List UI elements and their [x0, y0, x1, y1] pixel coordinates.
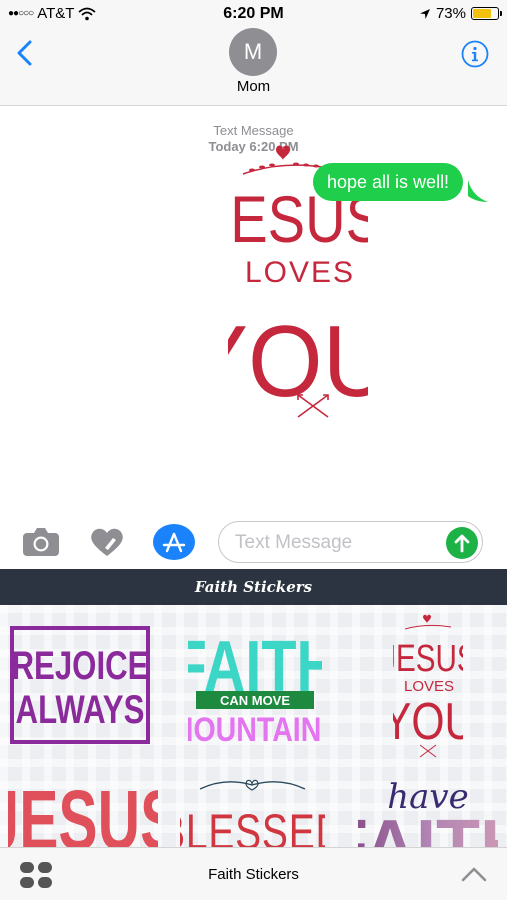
active-app-title: Faith Stickers: [208, 866, 299, 883]
faith-photo-text: FAITH: [358, 806, 498, 847]
conversation-header: M Mom: [0, 28, 507, 106]
sticker-rejoice-always[interactable]: REJOICE ALWAYS: [10, 626, 150, 744]
timestamp-label: Text Message: [213, 123, 294, 138]
sticker-have-faith[interactable]: have FAITH: [358, 770, 498, 847]
bubble-tail: [468, 180, 488, 202]
sticker-jesus-loves-you-small[interactable]: JESUS LOVES YOU: [393, 613, 463, 761]
status-right: 73%: [419, 5, 502, 22]
app-store-icon[interactable]: [153, 523, 195, 561]
heart-icon: [276, 145, 290, 160]
sticker-line-you: YOU: [228, 305, 368, 418]
chevron-up-icon[interactable]: [461, 866, 487, 882]
up-arrow-icon: [454, 534, 470, 553]
sticker-line-loves: LOVES: [245, 256, 355, 289]
battery-percent: 73%: [435, 5, 466, 22]
always-text: ALWAYS: [16, 687, 145, 732]
blessed-text: BLESSED: [180, 803, 325, 847]
info-icon[interactable]: [461, 40, 489, 68]
contact-avatar[interactable]: M: [229, 28, 277, 76]
back-chevron-icon[interactable]: [14, 40, 36, 66]
digital-touch-icon[interactable]: [89, 526, 125, 558]
battery-icon: [471, 7, 502, 20]
small-you-text: YOU: [393, 693, 463, 751]
sticker-grid: REJOICE ALWAYS FAITH CAN MOVE MOUNTAINS …: [0, 605, 507, 847]
jesus-big-text: JESUS: [8, 774, 158, 847]
outgoing-message-bubble[interactable]: hope all is well!: [313, 163, 464, 201]
message-input[interactable]: [235, 530, 435, 556]
send-button[interactable]: [446, 527, 478, 559]
compose-bar: [0, 518, 507, 568]
mountains-text: MOUNTAINS: [188, 711, 322, 748]
small-jesus-text: JESUS: [393, 638, 463, 680]
app-drawer-bar: Faith Stickers: [0, 847, 507, 900]
contact-name[interactable]: Mom: [0, 78, 507, 95]
sticker-blessed[interactable]: BLESSED: [180, 775, 325, 847]
status-bar: ●●○○○ AT&T 6:20 PM 73%: [0, 0, 507, 28]
message-text-field[interactable]: [218, 521, 483, 563]
can-move-text: CAN MOVE: [220, 693, 290, 708]
location-arrow-icon: [419, 8, 430, 19]
sticker-faith-can-move-mountains[interactable]: FAITH CAN MOVE MOUNTAINS: [188, 623, 322, 748]
rejoice-text: REJOICE: [11, 643, 148, 688]
sticker-jesus[interactable]: JESUS: [8, 773, 158, 847]
camera-icon[interactable]: [22, 527, 60, 557]
sticker-pack-title: Faith Stickers: [0, 569, 507, 605]
